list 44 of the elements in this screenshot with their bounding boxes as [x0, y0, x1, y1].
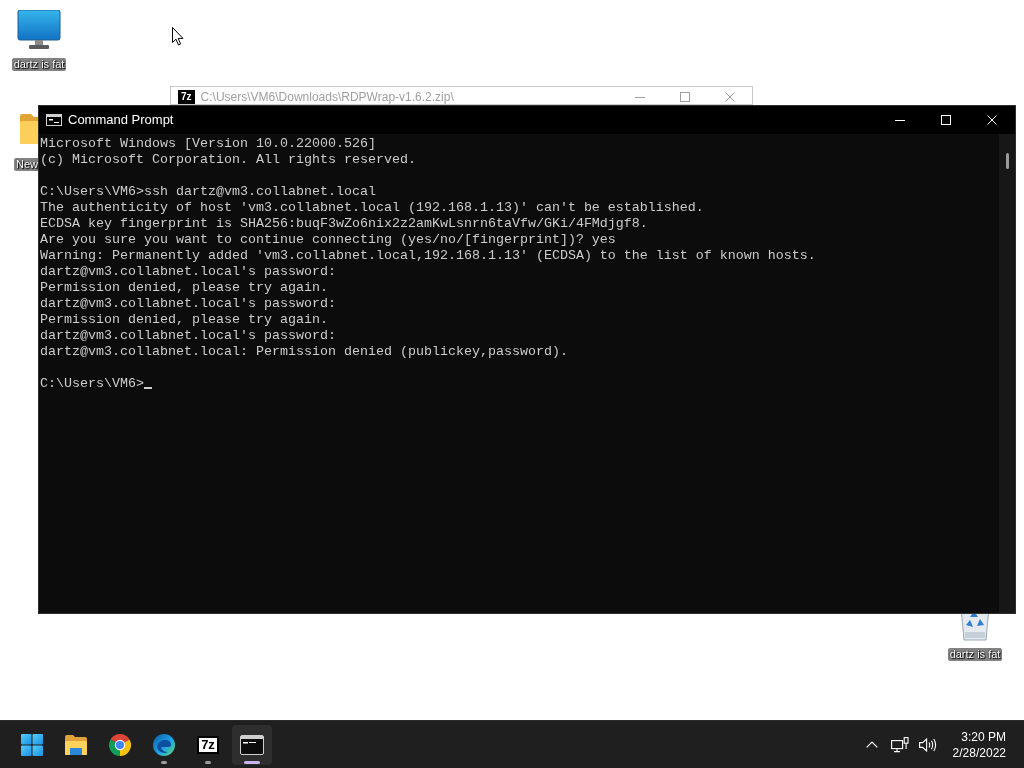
clock-time[interactable]: 3:20 PM [961, 729, 1006, 744]
edge-icon [152, 732, 176, 757]
mouse-pointer-icon [172, 27, 184, 46]
console-line: C:\Users\VM6>ssh dartz@vm3.collabnet.local [40, 184, 377, 200]
minimize-icon [634, 96, 645, 98]
desktop-icon-label[interactable]: dartz is fat [947, 648, 1003, 661]
minimize-icon [895, 119, 905, 121]
archiver-button[interactable]: 7z [188, 724, 228, 765]
console-prompt: C:\Users\VM6> [40, 376, 144, 392]
console-line: Are you sure you want to continue connecting (yes/no/[fingerprint])? yes [40, 232, 617, 248]
terminal-icon [240, 734, 264, 755]
close-icon [724, 92, 735, 102]
window-title: C:\Users\VM6\Downloads\RDPWrap-v1.6.2.zip\ [200, 90, 455, 104]
start-icon [21, 733, 43, 756]
console-line: dartz@vm3.collabnet.local's password: [40, 264, 337, 280]
volume-icon [918, 737, 937, 752]
chevron-up-icon [865, 741, 878, 748]
monitor-icon[interactable] [17, 10, 61, 50]
console-line: (c) Microsoft Corporation. All rights reserved. [40, 152, 417, 168]
console-line: Warning: Permanently added 'vm3.collabnet.local,192.168.1.13' (ECDSA) to the list of known hosts. [40, 248, 817, 264]
console-line: The authenticity of host 'vm3.collabnet.local (192.168.1.13)' can't be established. [40, 200, 705, 216]
close-icon [987, 115, 997, 125]
clock-date[interactable]: 2/28/2022 [952, 745, 1006, 760]
window-title: Command Prompt [68, 113, 175, 127]
console-line: ECDSA key fingerprint is SHA256:buqF3wZo6nix2z2amKwLsnrn6taVfw/GKi/4FMdjgf8. [40, 216, 649, 232]
console-line: Permission denied, please try again. [40, 280, 329, 296]
console-line: dartz@vm3.collabnet.local: Permission denied (publickey,password). [40, 344, 569, 360]
console-line: Permission denied, please try again. [40, 312, 329, 328]
console-line: Microsoft Windows [Version 10.0.22000.526] [40, 136, 377, 152]
app-logo: 7z [197, 735, 219, 754]
app-logo: 7z [178, 90, 195, 104]
recycle-bin-icon[interactable] [958, 614, 992, 641]
network-icon [890, 736, 909, 753]
terminal-button[interactable] [232, 724, 272, 765]
desktop-icon-label[interactable]: dartz is fat [11, 58, 67, 71]
console-line: dartz@vm3.collabnet.local's password: [40, 296, 337, 312]
scrollbar-thumb[interactable] [1006, 153, 1009, 169]
maximize-icon [941, 115, 951, 125]
console-icon [46, 114, 62, 126]
console-line: dartz@vm3.collabnet.local's password: [40, 328, 337, 344]
text-cursor-icon [144, 387, 152, 389]
folder-icon [64, 733, 88, 756]
chrome-icon [108, 732, 132, 757]
maximize-icon [679, 92, 690, 102]
